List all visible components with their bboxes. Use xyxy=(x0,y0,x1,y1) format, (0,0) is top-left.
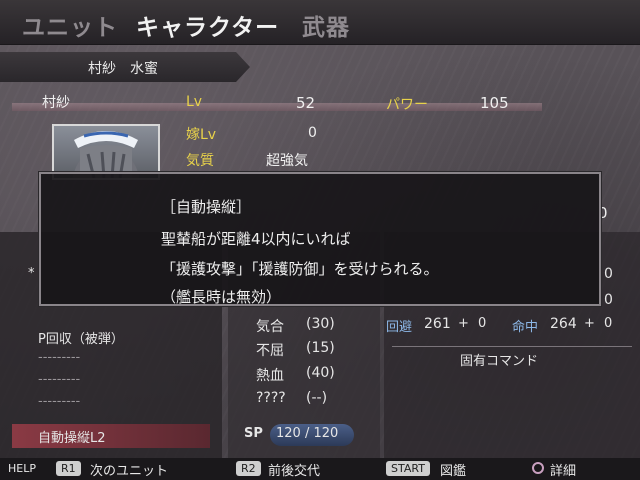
lv-value: 52 xyxy=(296,94,316,112)
hit-label: 命中 xyxy=(512,320,539,335)
r1-action: 次のユニット xyxy=(90,464,169,479)
circle-button-icon[interactable] xyxy=(532,462,544,474)
spirit-command-name[interactable]: ???? xyxy=(256,390,286,406)
skill-item-empty[interactable]: --------- xyxy=(38,350,80,365)
unit-name: 村紗 水蜜 xyxy=(88,61,158,77)
character-name: 村紗 xyxy=(42,95,70,111)
evade-value: 261 xyxy=(424,316,451,332)
temperament-value: 超強気 xyxy=(266,153,308,169)
spirit-command-name[interactable]: 熱血 xyxy=(256,365,284,385)
spirit-command-cost: (30) xyxy=(306,316,335,332)
popup-line: 聖輦船が距離4以内にいれば xyxy=(161,230,351,248)
selected-skill-label: 自動操縦L2 xyxy=(38,431,106,446)
skill-item[interactable]: P回収（被弾） xyxy=(38,328,124,347)
spirit-command-cost: (40) xyxy=(306,365,335,381)
skill-item-empty[interactable]: --------- xyxy=(38,372,80,387)
hit-plus: + xyxy=(584,316,595,331)
help-label[interactable]: HELP xyxy=(8,462,36,475)
divider xyxy=(392,346,632,347)
power-value: 105 xyxy=(480,94,509,112)
level-bar-highlight xyxy=(12,103,542,111)
sp-value: 120 / 120 xyxy=(276,426,339,441)
spirit-command-cost: (--) xyxy=(306,390,328,406)
popup-line: 「援護攻撃」「援護防御」を受けられる。 xyxy=(161,260,439,278)
skill-description-popup: ［自動操縦］ 聖輦船が距離4以内にいれば 「援護攻撃」「援護防御」を受けられる。… xyxy=(39,172,601,306)
skill-item-empty[interactable]: --------- xyxy=(38,394,80,409)
sp-gauge: 120 / 120 xyxy=(270,424,354,446)
popup-title: ［自動操縦］ xyxy=(161,198,252,216)
spirit-command-name[interactable]: 気合 xyxy=(256,316,284,336)
r1-button[interactable]: R1 xyxy=(56,461,81,476)
yome-lv-value: 0 xyxy=(308,125,317,141)
popup-line: （艦長時は無効） xyxy=(161,288,282,306)
r2-action: 前後交代 xyxy=(268,464,321,479)
portrait-image xyxy=(72,131,140,178)
power-label: パワー xyxy=(386,97,428,113)
lv-label: Lv xyxy=(186,94,203,110)
stat-value-partial: 0 xyxy=(604,292,613,308)
r2-button[interactable]: R2 xyxy=(236,461,261,476)
stat-value-partial: 0 xyxy=(604,266,613,282)
skill-marker: * xyxy=(28,266,35,281)
evade-plus: + xyxy=(458,316,469,331)
tab-unit[interactable]: ユニット xyxy=(22,8,118,42)
tab-character[interactable]: キャラクター xyxy=(136,8,279,42)
temperament-label: 気質 xyxy=(186,153,214,169)
sp-label: SP xyxy=(244,426,263,441)
spirit-command-name[interactable]: 不屈 xyxy=(256,340,284,360)
hit-bonus: 0 xyxy=(604,316,613,331)
circle-action: 詳細 xyxy=(550,464,577,479)
selected-skill[interactable]: 自動操縦L2 xyxy=(12,424,210,448)
yome-lv-label: 嫁Lv xyxy=(186,127,217,143)
hit-value: 264 xyxy=(550,316,577,332)
unique-command-label: 固有コマンド xyxy=(460,354,539,369)
spirit-command-cost: (15) xyxy=(306,340,335,356)
start-action: 図鑑 xyxy=(440,464,467,479)
evade-bonus: 0 xyxy=(478,316,487,331)
top-tab-bar: ユニット キャラクター 武器 xyxy=(0,0,640,45)
evade-label: 回避 xyxy=(386,320,413,335)
start-button[interactable]: START xyxy=(386,461,430,476)
tab-weapon[interactable]: 武器 xyxy=(302,8,350,42)
unit-name-bar: 村紗 水蜜 xyxy=(0,52,250,82)
